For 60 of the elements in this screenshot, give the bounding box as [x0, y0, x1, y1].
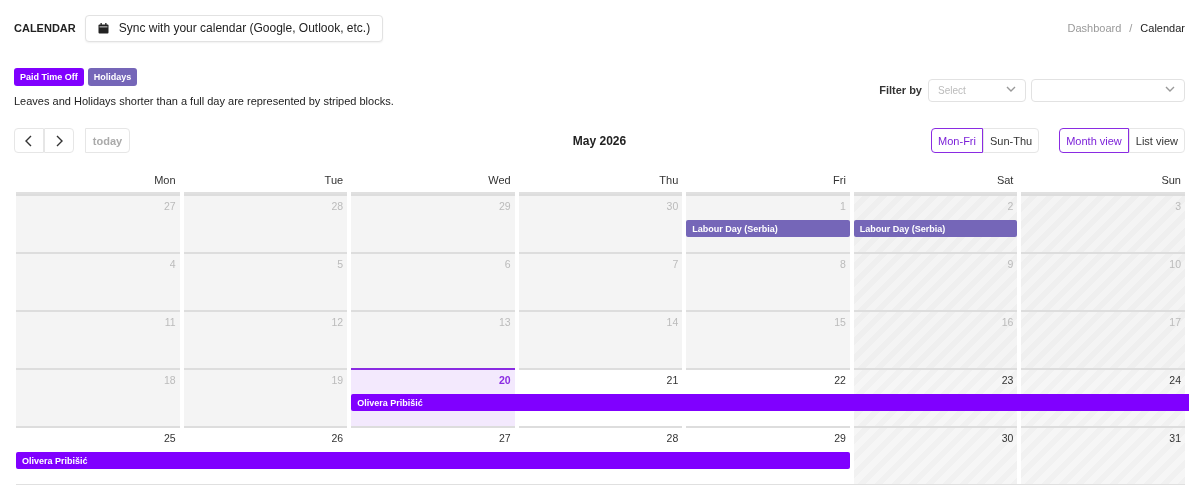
day-number: 31 — [1169, 432, 1181, 446]
day-number: 27 — [163, 200, 176, 214]
day-cell[interactable]: 29 — [351, 194, 515, 252]
calendar-event[interactable]: Labour Day (Serbia) — [853, 220, 1018, 237]
day-cell[interactable]: 30 — [853, 426, 1018, 484]
week-range-toggle[interactable]: Mon-Fri — [931, 128, 983, 153]
day-number: 29 — [834, 432, 846, 446]
day-number: 23 — [1001, 374, 1014, 388]
day-cell[interactable]: 13 — [351, 310, 515, 368]
legend-tag: Holidays — [87, 68, 138, 86]
breadcrumb-separator: / — [1129, 22, 1133, 34]
month-title: May 2026 — [572, 133, 627, 148]
day-number: 30 — [666, 200, 679, 214]
day-number: 25 — [163, 432, 176, 446]
calendar-icon — [97, 22, 109, 34]
view-toggle[interactable]: Month view — [1059, 128, 1129, 153]
day-number: 13 — [499, 316, 511, 330]
breadcrumb-link[interactable]: Dashboard — [1067, 22, 1122, 34]
day-cell[interactable]: 30 — [518, 194, 683, 252]
day-number: 19 — [331, 374, 344, 388]
event-bar-continuation[interactable] — [1021, 394, 1189, 411]
filter-select[interactable] — [1031, 78, 1185, 102]
day-number: 26 — [331, 432, 344, 446]
day-number: 22 — [834, 374, 846, 388]
sync-calendar-button[interactable]: Sync with your calendar (Google, Outlook, etc.) — [84, 14, 384, 42]
day-cell[interactable]: 27 — [16, 194, 180, 252]
day-number: 3 — [1175, 200, 1181, 214]
day-number: 20 — [499, 374, 511, 388]
day-number: 30 — [1001, 432, 1014, 446]
event-bar-continuation[interactable] — [686, 452, 850, 469]
day-cell[interactable]: 23 — [853, 368, 1018, 426]
day-number: 27 — [499, 432, 511, 446]
calendar-event[interactable]: Labour Day (Serbia) — [686, 220, 850, 237]
breadcrumb-current: Calendar — [1140, 22, 1185, 34]
chevron-left-icon — [24, 134, 34, 147]
filter-label: Filter by — [879, 84, 922, 96]
page-title: CALENDAR — [14, 22, 76, 34]
day-number: 21 — [666, 374, 679, 388]
day-cell[interactable]: 19 — [183, 368, 348, 426]
day-number: 14 — [666, 316, 679, 330]
day-number: 24 — [1169, 374, 1181, 388]
calendar-event[interactable]: Olivera Pribišić — [351, 394, 519, 411]
view-toggle[interactable]: List view — [1128, 128, 1185, 153]
chevron-right-icon — [54, 134, 64, 147]
calendar-event[interactable]: Olivera Pribišić — [16, 452, 184, 469]
legend-tag: Paid Time Off — [14, 68, 84, 86]
filter-select[interactable]: Select — [928, 78, 1026, 102]
previous-button[interactable] — [14, 128, 44, 153]
next-button[interactable] — [44, 128, 74, 153]
legend-note: Leaves and Holidays shorter than a full day are represented by striped blocks. — [14, 95, 394, 107]
day-number: 12 — [331, 316, 344, 330]
day-number: 29 — [499, 200, 511, 214]
day-number: 28 — [666, 432, 679, 446]
day-cell[interactable]: 28 — [183, 194, 348, 252]
week-range-toggle[interactable]: Sun-Thu — [982, 128, 1040, 153]
day-cell[interactable]: 3 — [1021, 194, 1185, 252]
day-cell[interactable]: 12 — [183, 310, 348, 368]
day-cell[interactable]: 31 — [1021, 426, 1185, 484]
day-number: 28 — [331, 200, 344, 214]
day-cell[interactable]: 14 — [518, 310, 683, 368]
